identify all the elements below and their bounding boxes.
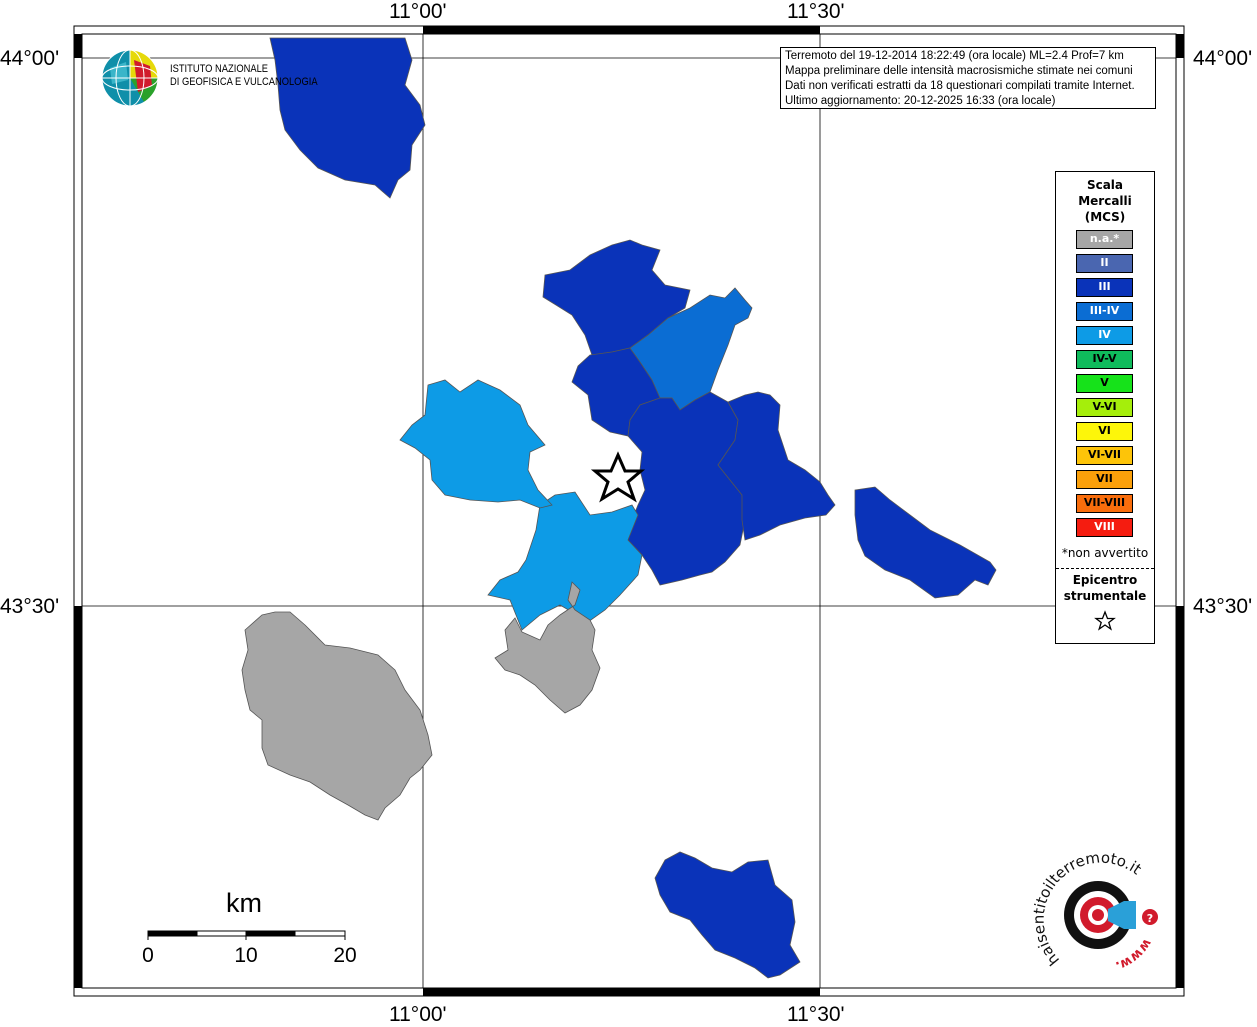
- event-info-line1: Terremoto del 19-12-2014 18:22:49 (ora l…: [785, 50, 1124, 62]
- lat-label-left-upper: 44°00': [0, 47, 60, 70]
- event-info-line3: Dati non verificati estratti da 18 quest…: [785, 80, 1135, 92]
- legend-title-line3: (MCS): [1084, 210, 1126, 224]
- legend-item: V: [1076, 374, 1133, 393]
- lat-label-left-lower: 43°30': [0, 595, 60, 618]
- legend-item: VI-VII: [1076, 446, 1133, 465]
- legend-item: III-IV: [1076, 302, 1133, 321]
- legend-epicenter-line1: Epicentro: [1072, 573, 1138, 587]
- legend-epicenter-label: Epicentro strumentale: [1056, 572, 1154, 604]
- legend-item: VII-VIII: [1076, 494, 1133, 513]
- frame-bar-bottom: [423, 988, 820, 996]
- municipality-area: [269, 37, 426, 199]
- lat-label-right-upper: 44°00': [1193, 47, 1253, 70]
- ingv-logo-text: ISTITUTO NAZIONALE DI GEOFISICA E VULCAN…: [170, 63, 318, 89]
- frame-bar-top: [423, 26, 820, 34]
- event-info-line2: Mappa preliminare delle intensità macros…: [785, 65, 1133, 77]
- epicenter-star-icon: [590, 451, 646, 503]
- legend-item: VI: [1076, 422, 1133, 441]
- lon-label-bottom-right: 11°30': [787, 1003, 845, 1026]
- legend-note: *non avvertito: [1061, 546, 1149, 560]
- legend-epicenter-line2: strumentale: [1063, 589, 1147, 603]
- intensity-legend: Scala Mercalli (MCS) n.a.* II III III-IV IV I…: [1055, 171, 1155, 644]
- frame-bar-right-top: [1176, 34, 1184, 58]
- ingv-logo-line2: DI GEOFISICA E VULCANOLOGIA: [170, 76, 318, 88]
- legend-item: II: [1076, 254, 1133, 273]
- legend-item: n.a.*: [1076, 230, 1133, 249]
- scale-bar-tick: 10: [234, 944, 258, 967]
- legend-title: Scala Mercalli (MCS): [1056, 177, 1154, 225]
- lat-label-right-lower: 43°30': [1193, 595, 1253, 618]
- municipality-area: [627, 391, 746, 586]
- legend-title-line2: Mercalli: [1078, 194, 1132, 208]
- event-info-line4: Ultimo aggiornamento: 20-12-2025 16:33 (…: [785, 95, 1056, 107]
- hsit-logo-www: www.: [1113, 936, 1154, 973]
- scale-bar-tick: 0: [142, 944, 154, 967]
- municipality-area: [854, 486, 997, 599]
- svg-text:?: ?: [1147, 912, 1153, 925]
- legend-item: VIII: [1076, 518, 1133, 537]
- ingv-logo-line1: ISTITUTO NAZIONALE: [170, 63, 269, 75]
- event-info-box: Terremoto del 19-12-2014 18:22:49 (ora l…: [780, 47, 1156, 109]
- legend-item: VII: [1076, 470, 1133, 489]
- legend-item: V-VI: [1076, 398, 1133, 417]
- lon-label-top-right: 11°30': [787, 0, 845, 23]
- legend-item: IV: [1076, 326, 1133, 345]
- legend-divider: [1056, 568, 1154, 569]
- ingv-logo-icon: [101, 49, 159, 107]
- legend-star-icon: [1056, 610, 1154, 636]
- frame-bar-left-bottom: [74, 606, 82, 988]
- legend-item: IV-V: [1076, 350, 1133, 369]
- lon-label-bottom-left: 11°00': [389, 1003, 447, 1026]
- frame-bar-left-top: [74, 34, 82, 58]
- municipality-area: [487, 491, 643, 631]
- frame-bar-right-bottom: [1176, 606, 1184, 988]
- legend-title-line1: Scala: [1086, 178, 1124, 192]
- municipality-area: [241, 611, 433, 821]
- municipality-area: [654, 851, 801, 979]
- scale-bar-unit: km: [226, 888, 262, 918]
- scale-bar-tick: 20: [333, 944, 357, 967]
- scale-bar: [147, 930, 346, 940]
- legend-item: III: [1076, 278, 1133, 297]
- lon-label-top-left: 11°00': [389, 0, 447, 23]
